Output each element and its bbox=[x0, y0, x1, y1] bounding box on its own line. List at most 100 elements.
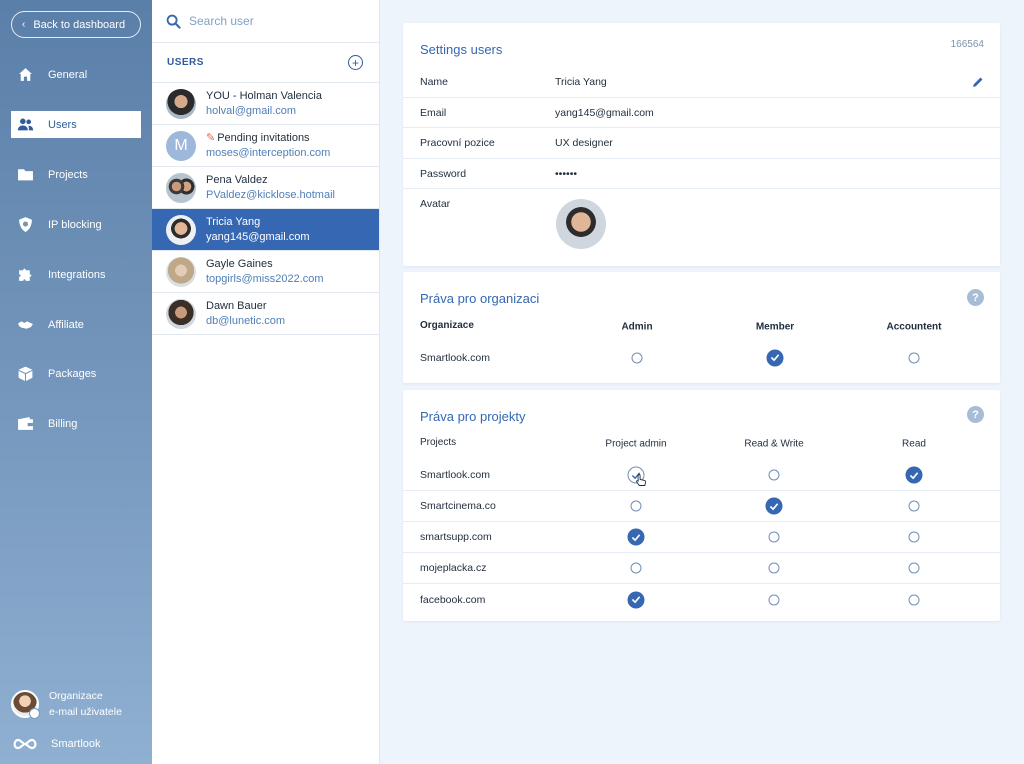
nav-item-projects[interactable]: Projects bbox=[11, 161, 141, 188]
avatar bbox=[11, 690, 40, 719]
project-admin-radio[interactable] bbox=[630, 500, 642, 512]
column-read-write: Read & Write bbox=[744, 438, 804, 450]
plus-icon: + bbox=[351, 55, 359, 70]
project-name: Smartlook.com bbox=[420, 469, 491, 481]
brand-name: Smartlook bbox=[51, 738, 101, 750]
read-write-radio[interactable] bbox=[768, 594, 780, 605]
user-list-item[interactable]: Gayle Gaines topgirls@miss2022.com bbox=[152, 251, 379, 293]
user-avatar bbox=[166, 256, 196, 287]
nav-item-affiliate[interactable]: Affiliate bbox=[11, 311, 141, 338]
user-email: yang145@gmail.com bbox=[206, 230, 310, 243]
nav-item-users[interactable]: Users bbox=[11, 111, 141, 138]
users-panel: USERS + YOU - Holman Valencia holval@gmai… bbox=[152, 0, 380, 764]
project-row: mojeplacka.cz bbox=[403, 553, 1000, 584]
nav-item-ip-blocking[interactable]: IP blocking bbox=[11, 211, 141, 238]
read-write-radio[interactable] bbox=[768, 531, 780, 543]
password-label: Password bbox=[420, 167, 467, 180]
organization-rights-card: Práva pro organizaci ? Organizace Admin … bbox=[403, 272, 1000, 383]
back-to-dashboard-button[interactable]: ‹ Back to dashboard bbox=[11, 11, 141, 38]
organization-account[interactable]: Organizace e-mail uživatele bbox=[11, 688, 122, 720]
project-row: Smartlook.com bbox=[403, 460, 1000, 491]
checkmark-icon bbox=[769, 502, 779, 510]
user-list-item[interactable]: M ✎ Pending invitations moses@interception… bbox=[152, 125, 379, 167]
settings-badge-icon bbox=[29, 708, 40, 719]
admin-radio[interactable] bbox=[631, 352, 643, 363]
user-avatar-initial: M bbox=[166, 130, 196, 161]
user-avatar bbox=[166, 214, 196, 245]
checkmark-icon bbox=[909, 471, 919, 479]
user-list-item[interactable]: Dawn Bauer db@lunetic.com bbox=[152, 293, 379, 335]
organization-email: e-mail uživatele bbox=[49, 706, 122, 718]
user-avatar bbox=[166, 298, 196, 329]
project-rights-header: Projects Project admin Read & Write Read bbox=[403, 437, 1000, 451]
nav-item-projects-label: Projects bbox=[48, 168, 88, 181]
read-write-radio-checked[interactable] bbox=[765, 497, 783, 515]
edit-pencil-icon[interactable] bbox=[972, 76, 984, 88]
nav-item-integrations[interactable]: Integrations bbox=[11, 261, 141, 288]
organization-rights-title: Práva pro organizaci bbox=[420, 291, 540, 306]
project-admin-radio-hover[interactable] bbox=[627, 466, 646, 486]
project-admin-radio-checked[interactable] bbox=[627, 591, 645, 608]
user-avatar bbox=[166, 172, 196, 203]
help-icon[interactable]: ? bbox=[967, 289, 984, 306]
help-icon[interactable]: ? bbox=[967, 406, 984, 423]
position-value: UX designer bbox=[555, 137, 613, 149]
nav-item-general-label: General bbox=[48, 68, 88, 81]
nav-item-billing-label: Billing bbox=[48, 417, 78, 430]
project-name: smartsupp.com bbox=[420, 531, 492, 543]
shield-icon bbox=[19, 217, 32, 232]
add-user-button[interactable]: + bbox=[348, 55, 363, 70]
project-rights-card: Práva pro projekty ? Projects Project ad… bbox=[403, 390, 1000, 621]
read-radio[interactable] bbox=[908, 500, 920, 512]
smartlook-logo-icon bbox=[13, 738, 37, 750]
column-read: Read bbox=[902, 438, 926, 450]
column-accountent: Accountent bbox=[886, 321, 942, 333]
column-organizace: Organizace bbox=[420, 320, 474, 331]
nav-item-general[interactable]: General bbox=[11, 61, 141, 88]
read-write-radio[interactable] bbox=[768, 562, 780, 574]
brand: Smartlook bbox=[11, 737, 101, 751]
user-avatar-large[interactable] bbox=[556, 199, 606, 249]
read-radio[interactable] bbox=[908, 562, 920, 574]
user-list-item-selected[interactable]: Tricia Yang yang145@gmail.com bbox=[152, 209, 379, 251]
organization-name: Smartlook.com bbox=[420, 351, 491, 364]
nav-item-affiliate-label: Affiliate bbox=[48, 318, 84, 331]
nav-item-packages[interactable]: Packages bbox=[11, 360, 141, 387]
nav-item-billing[interactable]: Billing bbox=[11, 410, 141, 437]
folder-icon bbox=[18, 169, 33, 181]
user-id: 166564 bbox=[950, 39, 984, 50]
organization-rights-row: Smartlook.com bbox=[403, 342, 1000, 373]
position-row: Pracovní pozice UX designer bbox=[403, 128, 1000, 159]
nav-item-ip-blocking-label: IP blocking bbox=[48, 218, 102, 231]
puzzle-icon bbox=[19, 268, 32, 281]
search-input[interactable] bbox=[189, 14, 359, 28]
organization-rights-header: Organizace Admin Member Accountent bbox=[403, 320, 1000, 334]
user-name: Dawn Bauer bbox=[206, 299, 267, 312]
member-radio-checked[interactable] bbox=[766, 349, 784, 366]
password-row: Password •••••• bbox=[403, 159, 1000, 189]
project-admin-radio-checked[interactable] bbox=[627, 528, 645, 546]
name-label: Name bbox=[420, 76, 449, 88]
nav-item-integrations-label: Integrations bbox=[48, 268, 106, 281]
project-rights-title: Práva pro projekty bbox=[420, 409, 526, 424]
column-projects: Projects bbox=[420, 437, 457, 448]
email-value: yang145@gmail.com bbox=[555, 106, 654, 119]
accountent-radio[interactable] bbox=[908, 352, 920, 363]
chevron-left-icon: ‹ bbox=[22, 19, 26, 30]
read-radio-checked[interactable] bbox=[905, 466, 923, 484]
user-name: Tricia Yang bbox=[206, 215, 261, 228]
column-admin: Admin bbox=[621, 321, 653, 333]
project-admin-radio[interactable] bbox=[630, 562, 642, 574]
user-list-item[interactable]: YOU - Holman Valencia holval@gmail.com bbox=[152, 83, 379, 125]
user-name: YOU - Holman Valencia bbox=[206, 89, 322, 102]
user-email: holval@gmail.com bbox=[206, 104, 297, 117]
organization-name: Organizace bbox=[49, 690, 103, 702]
read-write-radio[interactable] bbox=[768, 469, 780, 481]
user-list-item[interactable]: Pena Valdez PValdez@kicklose.hotmail bbox=[152, 167, 379, 209]
project-name: Smartcinema.co bbox=[420, 500, 496, 512]
email-label: Email bbox=[420, 106, 447, 119]
read-radio[interactable] bbox=[908, 594, 920, 605]
position-label: Pracovní pozice bbox=[420, 137, 495, 149]
search-icon bbox=[166, 14, 181, 29]
read-radio[interactable] bbox=[908, 531, 920, 543]
